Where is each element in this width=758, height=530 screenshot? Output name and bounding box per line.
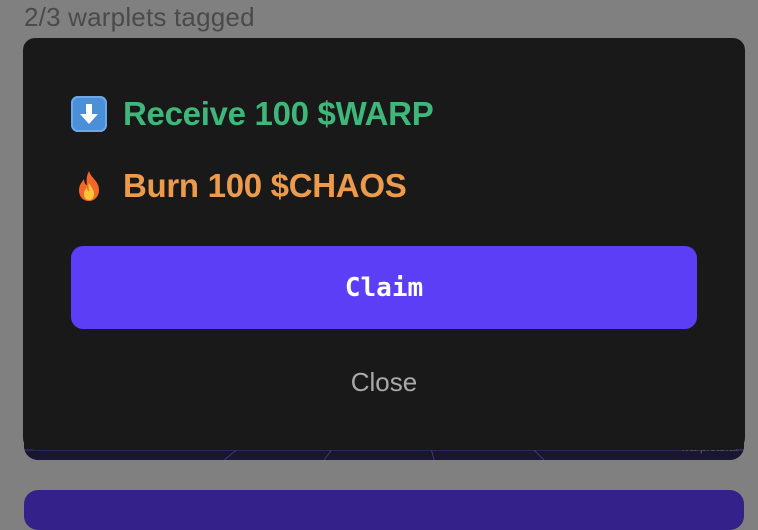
claim-modal: Receive 100 $WARP Burn 100 $CHAOS Claim …	[23, 38, 745, 450]
receive-text: Receive 100 $WARP	[123, 95, 434, 132]
claim-button[interactable]: Claim	[71, 246, 697, 329]
burn-text: Burn 100 $CHAOS	[123, 167, 407, 204]
tagged-count-header: 2/3 warplets tagged	[24, 2, 255, 32]
receive-row: Receive 100 $WARP	[71, 94, 434, 134]
burn-row: Burn 100 $CHAOS	[71, 166, 407, 206]
background-action-button	[24, 490, 744, 530]
close-button[interactable]: Close	[71, 360, 697, 404]
fire-icon	[71, 168, 107, 204]
down-arrow-icon	[71, 96, 107, 132]
